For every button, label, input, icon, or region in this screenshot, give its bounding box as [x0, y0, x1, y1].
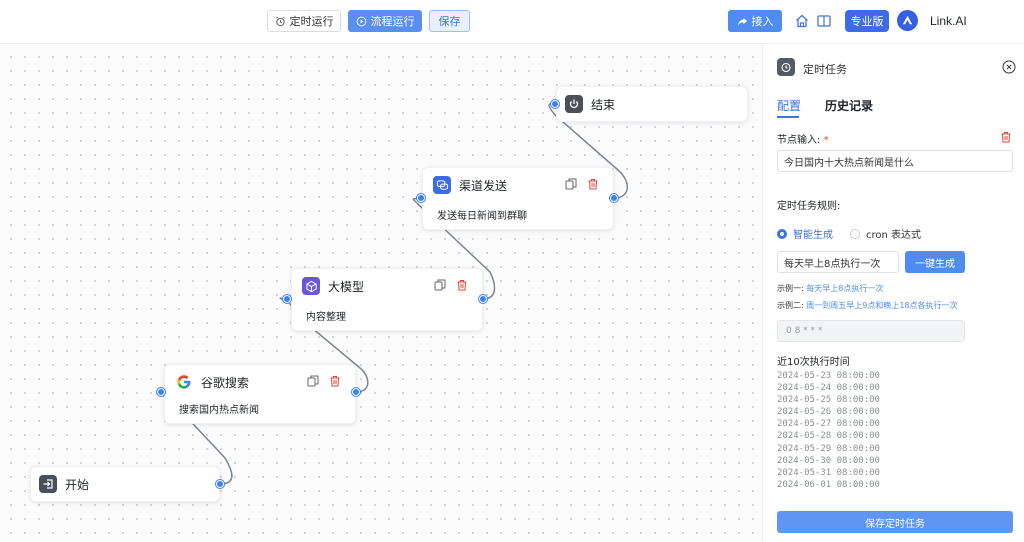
generate-button[interactable]: 一键生成	[905, 251, 965, 273]
save-button[interactable]: 保存	[429, 10, 470, 32]
brand-name: Link.AI	[930, 14, 967, 28]
node-llm-desc: 内容整理	[306, 312, 346, 323]
model-cube-icon	[302, 277, 320, 295]
run-time-item: 2024-05-30 08:00:00	[777, 455, 880, 466]
copy-icon[interactable]	[307, 375, 319, 387]
node-channel-desc: 发送每日新闻到群聊	[437, 211, 527, 222]
cron-expression-field: 0 8 * * *	[777, 320, 965, 342]
smart-rule-input[interactable]: 每天早上8点执行一次	[777, 251, 899, 273]
copy-icon[interactable]	[434, 279, 446, 291]
play-circle-icon	[356, 16, 366, 26]
node-input-label-text: 节点输入:	[777, 135, 821, 146]
generate-button-label: 一键生成	[915, 258, 955, 270]
share-arrow-icon	[737, 17, 747, 26]
run-time-item: 2024-05-28 08:00:00	[777, 431, 880, 442]
node-llm-input-port[interactable]	[283, 295, 291, 303]
delete-icon[interactable]	[456, 279, 468, 291]
node-end-input-port[interactable]	[551, 100, 559, 108]
alarm-clock-icon	[777, 58, 795, 76]
pro-label: 专业版	[850, 15, 884, 28]
run-time-item: 2024-05-26 08:00:00	[777, 407, 880, 418]
book-icon[interactable]	[816, 13, 832, 29]
google-logo-icon	[175, 373, 193, 391]
timer-run-label: 定时运行	[289, 15, 334, 28]
node-llm-title: 大模型	[328, 279, 365, 294]
copy-icon[interactable]	[565, 178, 577, 190]
alarm-clock-icon	[275, 16, 285, 26]
example-2: 示例二: 周一到周五早上9点和晚上18点各执行一次	[777, 300, 958, 311]
save-label: 保存	[438, 15, 461, 28]
timer-run-button[interactable]: 定时运行	[267, 10, 341, 32]
example-1: 示例一: 每天早上8点执行一次	[777, 283, 883, 294]
cron-value: 0 8 * * *	[786, 326, 823, 336]
node-llm-output-port[interactable]	[479, 295, 487, 303]
node-start-title: 开始	[65, 477, 90, 492]
delete-icon[interactable]	[587, 178, 599, 190]
node-channel-input-port[interactable]	[417, 194, 425, 202]
example-2-label: 示例二:	[777, 301, 804, 310]
run-time-item: 2024-05-29 08:00:00	[777, 443, 880, 454]
pro-badge[interactable]: 专业版	[845, 10, 889, 32]
access-button[interactable]: 接入	[728, 10, 782, 32]
home-icon[interactable]	[794, 13, 810, 29]
node-google-input-port[interactable]	[157, 388, 165, 396]
run-time-item: 2024-05-23 08:00:00	[777, 371, 880, 381]
recent-runs-label: 近10次执行时间	[777, 357, 850, 368]
radio-smart-generate[interactable]: 智能生成	[777, 226, 833, 241]
node-input-label: 节点输入: *	[777, 131, 829, 146]
run-time-item: 2024-05-24 08:00:00	[777, 383, 880, 394]
flow-run-button[interactable]: 流程运行	[348, 10, 422, 32]
brand-logo-icon	[897, 10, 918, 31]
node-google-desc: 搜索国内热点新闻	[179, 405, 259, 416]
node-input-field[interactable]: 今日国内十大热点新闻是什么	[777, 150, 1013, 172]
enter-icon	[39, 475, 57, 493]
run-time-item: 2024-05-27 08:00:00	[777, 419, 880, 430]
radio-dot	[850, 228, 860, 239]
node-channel-send[interactable]: 渠道发送 发送每日新闻到群聊	[422, 167, 614, 230]
radio-cron-label: cron 表达式	[866, 230, 922, 241]
active-tab-indicator	[777, 116, 799, 118]
radio-smart-label: 智能生成	[793, 230, 833, 241]
flow-run-label: 流程运行	[370, 15, 415, 28]
node-channel-title: 渠道发送	[459, 178, 508, 193]
node-llm[interactable]: 大模型 内容整理	[291, 268, 483, 331]
panel-title: 定时任务	[803, 63, 847, 76]
delete-icon[interactable]	[1000, 131, 1012, 143]
node-google-search[interactable]: 谷歌搜索 搜索国内热点新闻	[164, 364, 356, 424]
access-label: 接入	[751, 15, 774, 28]
node-end-title: 结束	[591, 97, 616, 112]
recent-runs-list: 2024-05-23 08:00:00 2024-05-24 08:00:00 …	[777, 370, 880, 491]
node-input-value: 今日国内十大热点新闻是什么	[784, 157, 914, 169]
run-time-item: 2024-05-31 08:00:00	[777, 467, 880, 478]
save-scheduled-task-button[interactable]: 保存定时任务	[777, 511, 1013, 533]
delete-icon[interactable]	[329, 375, 341, 387]
node-channel-output-port[interactable]	[610, 194, 618, 202]
example-1-label: 示例一:	[777, 284, 804, 293]
tab-config[interactable]: 配置	[777, 97, 801, 114]
power-icon	[565, 95, 583, 113]
run-time-item: 2024-05-25 08:00:00	[777, 395, 880, 406]
radio-dot	[777, 228, 787, 239]
example-2-link[interactable]: 周一到周五早上9点和晚上18点各执行一次	[806, 301, 957, 310]
example-1-link[interactable]: 每天早上8点执行一次	[806, 284, 883, 293]
save-scheduled-task-label: 保存定时任务	[865, 518, 925, 530]
node-end[interactable]: 结束	[556, 86, 748, 122]
node-start-output-port[interactable]	[216, 480, 224, 488]
radio-cron-expression[interactable]: cron 表达式	[850, 226, 921, 241]
close-icon[interactable]	[1002, 60, 1016, 74]
node-google-title: 谷歌搜索	[201, 375, 250, 390]
run-time-item: 2024-06-01 08:00:00	[777, 479, 880, 490]
required-mark: *	[823, 135, 829, 146]
chat-bubbles-icon	[433, 176, 451, 194]
tab-history[interactable]: 历史记录	[825, 97, 873, 114]
scheduled-task-panel: 定时任务 配置 历史记录 节点输入: * 今日国内十大热点新闻是什么 定时任务规…	[762, 44, 1024, 542]
rule-label: 定时任务规则:	[777, 201, 841, 212]
top-toolbar: 定时运行 流程运行 保存 接入 专业版 Link.AI	[0, 0, 1024, 44]
smart-rule-value: 每天早上8点执行一次	[784, 258, 881, 270]
node-start[interactable]: 开始	[30, 466, 220, 502]
node-google-output-port[interactable]	[352, 388, 360, 396]
